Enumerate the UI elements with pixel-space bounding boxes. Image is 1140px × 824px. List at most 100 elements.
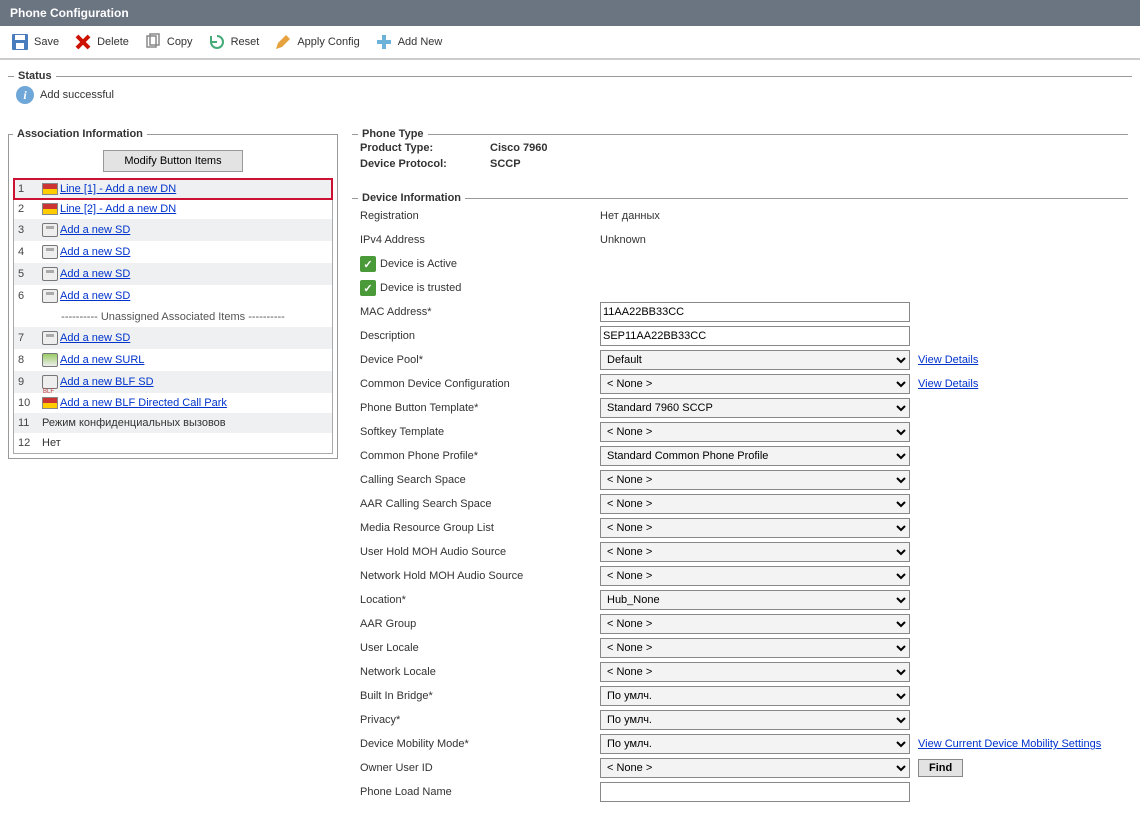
apply-config-button[interactable]: Apply Config	[273, 32, 359, 52]
user-locale-label: User Locale	[360, 642, 600, 654]
assoc-link[interactable]: Add a new BLF SD	[60, 376, 154, 388]
device-protocol-value: SCCP	[490, 158, 521, 170]
surl-icon	[42, 353, 58, 367]
phone-load-input[interactable]	[600, 782, 910, 802]
location-label: Location*	[360, 594, 600, 606]
owner-label: Owner User ID	[360, 762, 600, 774]
sd-icon	[42, 331, 58, 345]
nhmoh-select[interactable]: < None >	[600, 566, 910, 586]
user-locale-select[interactable]: < None >	[600, 638, 910, 658]
reset-icon	[207, 32, 227, 52]
plus-icon	[374, 32, 394, 52]
phone-type-legend: Phone Type	[358, 128, 428, 140]
dmm-label: Device Mobility Mode*	[360, 738, 600, 750]
bib-label: Built In Bridge*	[360, 690, 600, 702]
assoc-row-1[interactable]: 1Line [1] - Add a new DN	[14, 179, 332, 199]
blf-icon	[42, 375, 58, 389]
dmm-select[interactable]: По умлч.	[600, 734, 910, 754]
save-icon	[10, 32, 30, 52]
cpp-label: Common Phone Profile*	[360, 450, 600, 462]
toolbar: Save Delete Copy Reset Apply Config Add …	[0, 26, 1140, 60]
softkey-select[interactable]: < None >	[600, 422, 910, 442]
assoc-link[interactable]: Add a new SD	[60, 268, 130, 280]
unassigned-separator: ---------- Unassigned Associated Items -…	[14, 307, 332, 327]
assoc-link[interactable]: Line [2] - Add a new DN	[60, 203, 176, 215]
location-select[interactable]: Hub_None	[600, 590, 910, 610]
copy-button[interactable]: Copy	[143, 32, 193, 52]
sd-icon	[42, 223, 58, 237]
network-locale-label: Network Locale	[360, 666, 600, 678]
pbt-label: Phone Button Template*	[360, 402, 600, 414]
mrgl-select[interactable]: < None >	[600, 518, 910, 538]
owner-select[interactable]: < None >	[600, 758, 910, 778]
description-input[interactable]	[600, 326, 910, 346]
phone-load-label: Phone Load Name	[360, 786, 600, 798]
assoc-link[interactable]: Add a new BLF Directed Call Park	[60, 397, 227, 409]
delete-button[interactable]: Delete	[73, 32, 129, 52]
privacy-select[interactable]: По умлч.	[600, 710, 910, 730]
assoc-row-9[interactable]: 9Add a new BLF SD	[14, 371, 332, 393]
assoc-link[interactable]: Add a new SD	[60, 224, 130, 236]
network-locale-select[interactable]: < None >	[600, 662, 910, 682]
css-select[interactable]: < None >	[600, 470, 910, 490]
softkey-label: Softkey Template	[360, 426, 600, 438]
find-button[interactable]: Find	[918, 759, 963, 777]
status-legend: Status	[14, 70, 56, 82]
assoc-link[interactable]: Line [1] - Add a new DN	[60, 183, 176, 195]
registration-value: Нет данных	[600, 210, 910, 222]
ipv4-label: IPv4 Address	[360, 234, 600, 246]
device-trusted-label: Device is trusted	[380, 282, 461, 294]
view-mobility-link[interactable]: View Current Device Mobility Settings	[918, 738, 1101, 750]
device-active-label: Device is Active	[380, 258, 457, 270]
assoc-link[interactable]: Add a new SD	[60, 246, 130, 258]
cdc-select[interactable]: < None >	[600, 374, 910, 394]
aargrp-label: AAR Group	[360, 618, 600, 630]
device-pool-select[interactable]: Default	[600, 350, 910, 370]
nhmoh-label: Network Hold MOH Audio Source	[360, 570, 600, 582]
assoc-link[interactable]: Add a new SURL	[60, 354, 144, 366]
uhmoh-select[interactable]: < None >	[600, 542, 910, 562]
bib-select[interactable]: По умлч.	[600, 686, 910, 706]
aargrp-select[interactable]: < None >	[600, 614, 910, 634]
view-details-link[interactable]: View Details	[918, 354, 978, 366]
aarcss-select[interactable]: < None >	[600, 494, 910, 514]
save-button[interactable]: Save	[10, 32, 59, 52]
association-fieldset: Association Information Modify Button It…	[8, 128, 338, 459]
privacy-label: Privacy*	[360, 714, 600, 726]
sd-icon	[42, 289, 58, 303]
line-icon	[42, 203, 58, 215]
mac-input[interactable]	[600, 302, 910, 322]
add-new-button[interactable]: Add New	[374, 32, 443, 52]
assoc-row-11: 11Режим конфиденциальных вызовов	[14, 413, 332, 433]
device-info-fieldset: Device Information RegistrationНет данны…	[352, 192, 1128, 812]
view-details-link[interactable]: View Details	[918, 378, 978, 390]
assoc-row-6[interactable]: 6Add a new SD	[14, 285, 332, 307]
delete-icon	[73, 32, 93, 52]
sd-icon	[42, 267, 58, 281]
modify-button-items-button[interactable]: Modify Button Items	[103, 150, 242, 172]
assoc-row-2[interactable]: 2Line [2] - Add a new DN	[14, 199, 332, 219]
assoc-link[interactable]: Add a new SD	[60, 290, 130, 302]
assoc-row-3[interactable]: 3Add a new SD	[14, 219, 332, 241]
page-title: Phone Configuration	[0, 0, 1140, 26]
assoc-row-7[interactable]: 7Add a new SD	[14, 327, 332, 349]
assoc-row-12: 12Нет	[14, 433, 332, 453]
css-label: Calling Search Space	[360, 474, 600, 486]
association-table: 1Line [1] - Add a new DN 2Line [2] - Add…	[14, 179, 332, 453]
assoc-link[interactable]: Add a new SD	[60, 332, 130, 344]
status-fieldset: Status i Add successful	[8, 70, 1132, 116]
assoc-row-4[interactable]: 4Add a new SD	[14, 241, 332, 263]
assoc-row-5[interactable]: 5Add a new SD	[14, 263, 332, 285]
device-info-legend: Device Information	[358, 192, 465, 204]
reset-button[interactable]: Reset	[207, 32, 260, 52]
assoc-row-8[interactable]: 8Add a new SURL	[14, 349, 332, 371]
product-type-value: Cisco 7960	[490, 142, 547, 154]
assoc-row-10[interactable]: 10Add a new BLF Directed Call Park	[14, 393, 332, 413]
line-icon	[42, 183, 58, 195]
cpp-select[interactable]: Standard Common Phone Profile	[600, 446, 910, 466]
pbt-select[interactable]: Standard 7960 SCCP	[600, 398, 910, 418]
uhmoh-label: User Hold MOH Audio Source	[360, 546, 600, 558]
aarcss-label: AAR Calling Search Space	[360, 498, 600, 510]
mrgl-label: Media Resource Group List	[360, 522, 600, 534]
device-protocol-label: Device Protocol:	[360, 158, 490, 170]
